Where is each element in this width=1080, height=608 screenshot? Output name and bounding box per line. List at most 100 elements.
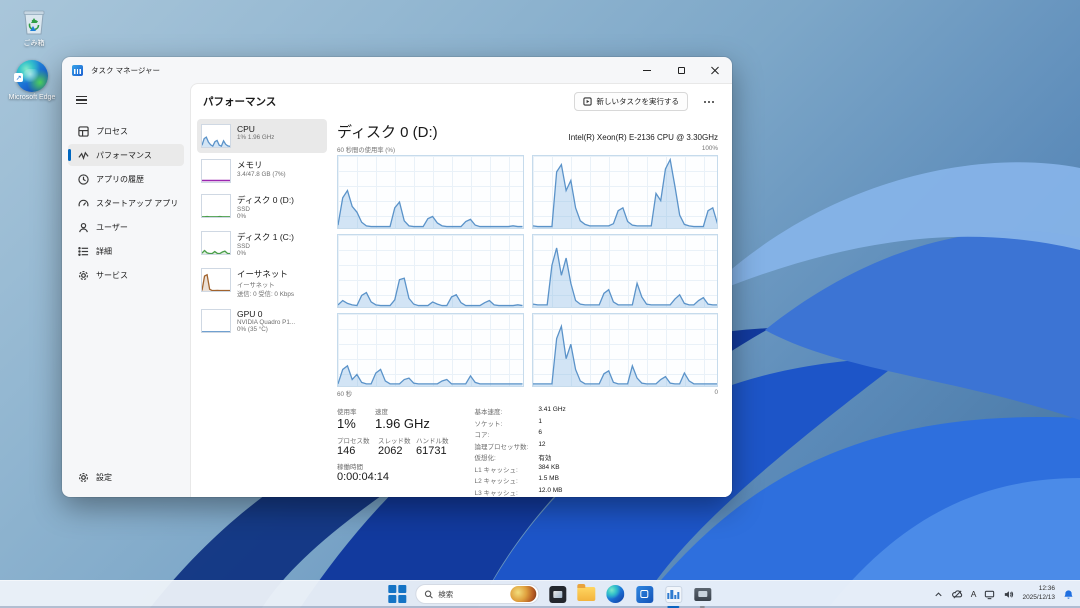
sidebar-item-label: 詳細: [96, 246, 112, 257]
file-explorer-icon: [577, 587, 595, 601]
metric-title: メモリ: [237, 159, 286, 171]
cpu-spec-list: 基本速度:3.41 GHz ソケット:1 コア:6 論理プロセッサ数:12 仮想…: [475, 406, 566, 497]
hamburger-menu-button[interactable]: [72, 89, 98, 111]
processes-stat-value: 146: [337, 445, 378, 457]
processes-icon: [78, 126, 89, 137]
per-core-charts[interactable]: [337, 155, 718, 387]
cpu-model-name: Intel(R) Xeon(R) E-2136 CPU @ 3.30GHz: [568, 133, 718, 142]
spec-label: ソケット:: [475, 418, 529, 428]
usage-stat-value: 1%: [337, 416, 375, 431]
spec-label: 基本速度:: [475, 406, 529, 416]
core-chart-5: [337, 313, 524, 387]
run-new-task-button[interactable]: 新しいタスクを実行する: [574, 92, 689, 111]
spec-label: L2 キャッシュ:: [475, 475, 529, 485]
handles-stat-label: ハンドル数: [416, 435, 449, 445]
start-button[interactable]: [386, 583, 408, 605]
processes-stat-label: プロセス数: [337, 435, 378, 445]
blue-app-icon: [636, 586, 653, 603]
tray-network[interactable]: [984, 589, 995, 600]
tray-onedrive[interactable]: [952, 589, 963, 600]
minimize-button[interactable]: [630, 57, 664, 83]
metric-sub: 送信: 0 受信: 0 Kbps: [237, 289, 294, 298]
taskbar-file-explorer[interactable]: [575, 583, 597, 605]
sidebar-item-services[interactable]: サービス: [68, 264, 184, 286]
taskbar-blue-app[interactable]: [633, 583, 655, 605]
search-highlight-art[interactable]: [510, 586, 536, 602]
sidebar-item-app-history[interactable]: アプリの履歴: [68, 168, 184, 190]
sidebar-item-label: アプリの履歴: [96, 174, 144, 185]
disk0-mini-graph: [201, 194, 231, 218]
recycle-bin-label: ごみ箱: [24, 38, 45, 48]
uptime-stat-value: 0:00:04:14: [337, 471, 449, 483]
metric-ethernet[interactable]: イーサネット イーサネット 送信: 0 受信: 0 Kbps: [197, 263, 327, 303]
metric-gpu0[interactable]: GPU 0 NVIDIA Quadro P1... 0% (35 °C): [197, 304, 327, 338]
metric-title: ディスク 1 (C:): [237, 231, 294, 243]
desktop-icon-recycle-bin[interactable]: ごみ箱: [2, 8, 66, 48]
history-clock-icon: [78, 174, 89, 185]
run-task-label: 新しいタスクを実行する: [597, 96, 680, 107]
sidebar-item-processes[interactable]: プロセス: [68, 120, 184, 142]
metric-cpu[interactable]: CPU 1% 1.96 GHz: [197, 119, 327, 153]
sidebar-item-users[interactable]: ユーザー: [68, 216, 184, 238]
sidebar-item-details[interactable]: 詳細: [68, 240, 184, 262]
startup-gauge-icon: [78, 198, 89, 209]
metric-sub: 1% 1.96 GHz: [237, 134, 274, 141]
sidebar-item-startup-apps[interactable]: スタートアップ アプリ: [68, 192, 184, 214]
metric-sub: 0% (35 °C): [237, 326, 295, 333]
taskbar-app-dark[interactable]: [546, 583, 568, 605]
tray-ime-mode[interactable]: A: [971, 589, 977, 599]
task-manager-icon: [665, 586, 682, 603]
edge-icon: ↗: [16, 60, 48, 92]
content-pane: パフォーマンス 新しいタスクを実行する CPU 1: [190, 83, 732, 497]
performance-metric-list: CPU 1% 1.96 GHz メモリ 3.4/47.8 GB (7%): [197, 119, 327, 497]
speed-stat-label: 速度: [375, 406, 430, 416]
tray-show-hidden-icons[interactable]: [933, 589, 944, 600]
windows-logo-icon: [386, 583, 408, 605]
max-axis-label: 100%: [702, 145, 718, 154]
more-options-button[interactable]: [696, 95, 722, 109]
notification-bell-icon: [1063, 589, 1074, 600]
taskbar-task-manager[interactable]: [662, 583, 684, 605]
core-chart-3: [337, 234, 524, 308]
speaker-icon: [1003, 589, 1014, 600]
threads-stat-value: 2062: [378, 445, 416, 457]
titlebar[interactable]: タスク マネージャー: [62, 57, 732, 83]
tray-time: 12:36: [1022, 585, 1055, 594]
close-button[interactable]: [698, 57, 732, 83]
spec-label: コア:: [475, 429, 529, 439]
tray-clock[interactable]: 12:36 2025/12/13: [1022, 585, 1055, 603]
metric-sub: イーサネット: [237, 280, 294, 289]
onedrive-paused-icon: [952, 589, 963, 600]
spec-value: 1.5 MB: [538, 475, 565, 485]
sidebar: プロセス パフォーマンス アプリの履歴 スタートアップ アプリ ユーザー: [62, 83, 190, 497]
close-icon: [711, 66, 719, 74]
spec-label: 論理プロセッサ数:: [475, 441, 529, 451]
metric-memory[interactable]: メモリ 3.4/47.8 GB (7%): [197, 154, 327, 188]
ethernet-mini-graph: [201, 268, 231, 292]
taskbar-search[interactable]: 検索: [415, 584, 539, 604]
sidebar-item-label: パフォーマンス: [96, 150, 152, 161]
maximize-button[interactable]: [664, 57, 698, 83]
taskbar-gray-app[interactable]: [691, 583, 713, 605]
zero-axis-label: 0: [714, 389, 718, 398]
spec-label: 仮想化:: [475, 452, 529, 462]
sidebar-item-performance[interactable]: パフォーマンス: [68, 144, 184, 166]
tray-notifications[interactable]: [1063, 589, 1074, 600]
task-manager-app-icon: [72, 65, 83, 76]
ethernet-network-icon: [984, 589, 995, 600]
metric-disk1[interactable]: ディスク 1 (C:) SSD 0%: [197, 226, 327, 262]
handles-stat-value: 61731: [416, 445, 449, 457]
spec-value: 384 KB: [538, 464, 565, 474]
metric-title: ディスク 0 (D:): [237, 194, 294, 206]
usage-axis-label: 60 秒間の使用率 (%): [337, 145, 395, 154]
taskbar-edge[interactable]: [604, 583, 626, 605]
spec-value: 6: [538, 429, 565, 439]
cpu-mini-graph: [201, 124, 231, 148]
metric-disk0[interactable]: ディスク 0 (D:) SSD 0%: [197, 189, 327, 225]
taskbar: 検索 A: [0, 580, 1080, 608]
tray-volume[interactable]: [1003, 589, 1014, 600]
sidebar-item-settings[interactable]: 設定: [68, 466, 184, 488]
desktop-icon-edge[interactable]: ↗ Microsoft Edge: [0, 60, 64, 101]
gray-app-icon: [694, 588, 711, 601]
spec-value: 1: [538, 418, 565, 428]
